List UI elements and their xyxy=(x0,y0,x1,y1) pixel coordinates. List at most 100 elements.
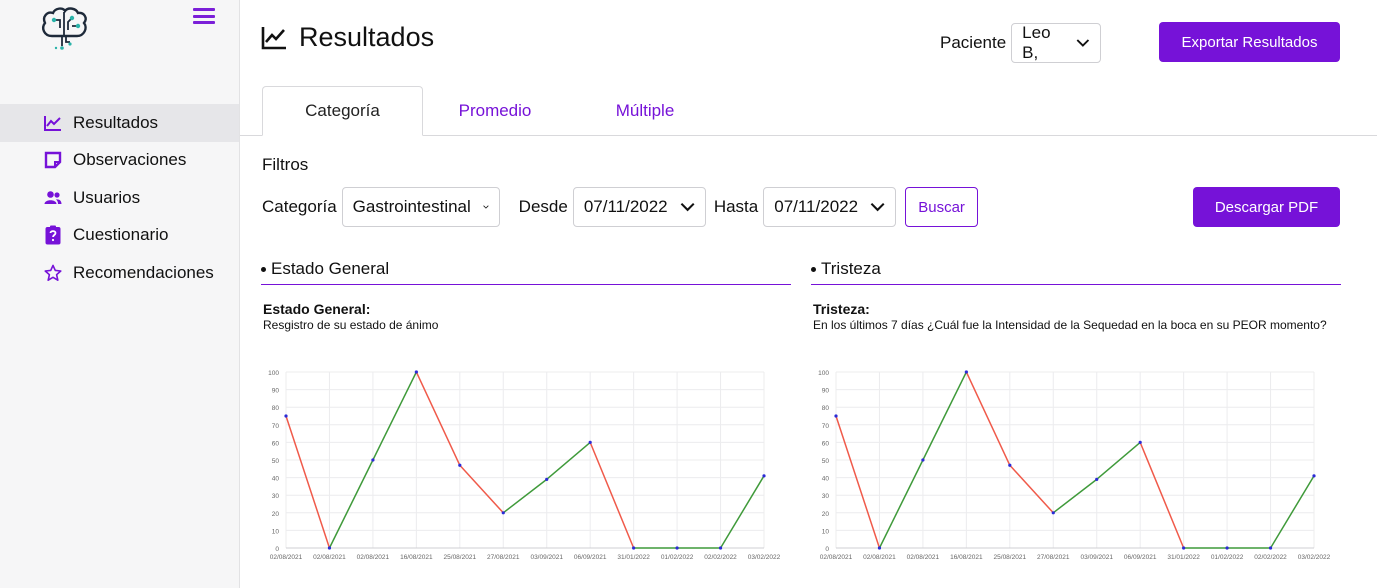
data-point xyxy=(1182,546,1186,550)
x-tick-label: 02/08/2021 xyxy=(357,554,390,561)
data-point xyxy=(877,546,882,550)
from-label: Desde xyxy=(518,197,568,216)
patient-select-value: Leo B, xyxy=(1022,23,1051,62)
star-icon xyxy=(44,264,62,282)
bullet-icon xyxy=(811,266,816,272)
download-pdf-button[interactable]: Descargar PDF xyxy=(1193,187,1340,227)
brain-logo-icon xyxy=(42,7,87,50)
data-point xyxy=(1225,546,1229,550)
y-tick-label: 80 xyxy=(272,405,280,412)
line-segment xyxy=(459,464,504,514)
sidebar-item-label: Usuarios xyxy=(73,187,141,207)
chart-line-icon xyxy=(44,114,62,132)
chart-panel-estado-general: Estado General Estado General: Resgistro… xyxy=(261,258,791,561)
y-tick-label: 70 xyxy=(272,423,280,430)
x-tick-label: 03/09/2021 xyxy=(1080,554,1113,561)
y-tick-label: 40 xyxy=(822,476,830,483)
from-date-value: 07/11/2022 xyxy=(583,197,668,216)
tab-categoria[interactable]: Categoría xyxy=(262,86,423,136)
category-select[interactable]: Gastrointestinal xyxy=(341,187,500,227)
data-point xyxy=(921,458,925,462)
data-point xyxy=(964,370,968,374)
y-tick-label: 50 xyxy=(822,458,830,465)
x-tick-label: 06/09/2021 xyxy=(1124,554,1157,561)
to-label: Hasta xyxy=(713,197,759,216)
data-point xyxy=(501,511,505,515)
search-button[interactable]: Buscar xyxy=(905,187,978,227)
sidebar-nav: Resultados Observaciones Usuarios Cuesti… xyxy=(0,104,239,292)
y-tick-label: 100 xyxy=(268,370,279,377)
panel-heading: Estado General xyxy=(261,258,791,285)
page-title-text: Resultados xyxy=(299,22,435,52)
line-chart-estado-general: 0 10 20 30 40 50 60 70 80 90 100 02/08/2021 02/08/20… xyxy=(268,370,781,561)
to-date-select[interactable]: 07/11/2022 xyxy=(763,187,897,227)
y-tick-label: 20 xyxy=(822,511,830,518)
x-tick-label: 03/09/2021 xyxy=(530,554,563,561)
data-point xyxy=(1095,477,1099,481)
data-point xyxy=(1051,511,1055,515)
data-point xyxy=(1312,474,1316,478)
y-tick-label: 0 xyxy=(825,546,829,553)
line-segment xyxy=(965,371,1011,466)
x-tick-label: 01/02/2022 xyxy=(1211,554,1244,561)
data-point xyxy=(632,546,636,550)
y-tick-label: 40 xyxy=(272,476,280,483)
x-tick-label: 06/09/2021 xyxy=(574,554,607,561)
chart-line-icon xyxy=(261,26,286,49)
x-tick-label: 31/01/2022 xyxy=(1167,554,1200,561)
data-point xyxy=(371,458,375,462)
data-point xyxy=(588,440,592,444)
y-tick-label: 80 xyxy=(822,405,830,412)
tab-multiple[interactable]: Múltiple xyxy=(595,86,695,136)
y-tick-label: 90 xyxy=(272,388,280,395)
y-tick-label: 0 xyxy=(275,546,279,553)
chart-title: Tristeza: xyxy=(813,301,870,317)
category-select-value: Gastrointestinal xyxy=(352,197,471,216)
x-tick-label: 02/02/2022 xyxy=(1254,554,1287,561)
sidebar-item-label: Recomendaciones xyxy=(73,262,214,282)
tab-promedio[interactable]: Promedio xyxy=(445,86,545,136)
x-tick-label: 02/08/2021 xyxy=(907,554,940,561)
line-segment xyxy=(372,371,418,461)
sidebar-item-recomendaciones[interactable]: Recomendaciones xyxy=(0,254,239,292)
x-tick-label: 02/08/2021 xyxy=(820,554,853,561)
chart-title: Estado General: xyxy=(263,301,371,317)
sidebar-item-label: Cuestionario xyxy=(73,225,169,245)
menu-toggle-button[interactable] xyxy=(193,8,215,28)
patient-select[interactable]: Leo B, xyxy=(1011,23,1102,63)
data-point xyxy=(834,414,838,418)
tab-bar: Categoría Promedio Múltiple xyxy=(240,86,1377,136)
filters-title: Filtros xyxy=(262,155,309,174)
sidebar-item-observaciones[interactable]: Observaciones xyxy=(0,142,239,180)
sidebar-item-label: Resultados xyxy=(73,112,159,132)
to-date-value: 07/11/2022 xyxy=(774,197,859,216)
line-segment xyxy=(835,415,881,549)
export-results-button[interactable]: Exportar Resultados xyxy=(1159,22,1340,62)
patient-label: Paciente xyxy=(940,33,1007,52)
chevron-down-icon xyxy=(483,205,489,209)
x-tick-label: 16/08/2021 xyxy=(950,554,983,561)
sidebar-item-resultados[interactable]: Resultados xyxy=(0,104,239,142)
sidebar-item-usuarios[interactable]: Usuarios xyxy=(0,179,239,217)
sidebar-item-cuestionario[interactable]: Cuestionario xyxy=(0,217,239,255)
line-segment xyxy=(328,459,374,549)
data-point xyxy=(458,463,462,467)
x-tick-label: 02/02/2022 xyxy=(704,554,737,561)
line-segment xyxy=(719,475,765,549)
data-point xyxy=(1008,463,1012,467)
y-tick-label: 60 xyxy=(272,440,280,447)
panel-heading: Tristeza xyxy=(811,258,1341,285)
from-date-select[interactable]: 07/11/2022 xyxy=(572,187,706,227)
line-segment xyxy=(1096,441,1141,480)
users-icon xyxy=(44,189,62,207)
filters-row: Categoría Gastrointestinal Desde 07/11/2… xyxy=(262,187,978,227)
data-point xyxy=(1268,546,1273,550)
x-tick-label: 02/08/2021 xyxy=(863,554,896,561)
line-segment xyxy=(502,478,548,514)
data-point xyxy=(545,477,549,481)
data-point xyxy=(762,474,766,478)
y-tick-label: 100 xyxy=(818,370,829,377)
clipboard-question-icon xyxy=(44,225,62,245)
category-label: Categoría xyxy=(262,197,337,216)
y-tick-label: 20 xyxy=(272,511,280,518)
